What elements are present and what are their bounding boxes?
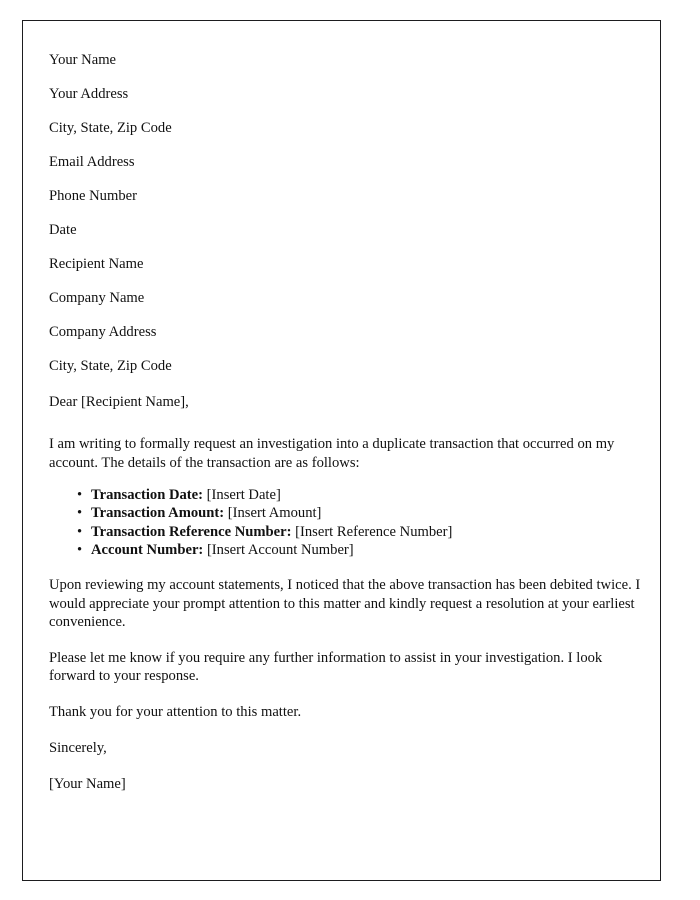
bullet-icon: •: [77, 487, 83, 504]
sender-line-email: Email Address: [49, 154, 135, 170]
recipient-line-name: Recipient Name: [49, 256, 144, 272]
salutation: Dear [Recipient Name],: [49, 394, 189, 410]
sender-line-address: Your Address: [49, 86, 129, 102]
intro-paragraph: I am writing to formally request an inve…: [49, 436, 615, 471]
bullet-icon: •: [77, 541, 83, 558]
list-item: • Transaction Reference Number: [Insert R…: [77, 523, 641, 541]
body-paragraph-further-information: Please let me know if you require any fu…: [49, 649, 603, 685]
list-item: • Account Number: [Insert Account Number]: [77, 541, 641, 559]
transaction-details-list: • Transaction Date: [Insert Date] • Transa…: [49, 486, 641, 559]
recipient-line-city: City, State, Zip Code: [49, 358, 172, 374]
letter-page-sheet: Your Name Your Address City, State, Zip …: [22, 20, 661, 881]
sender-address-block: Your Name Your Address City, State, Zip …: [49, 43, 641, 247]
sender-line-name: Your Name: [49, 52, 117, 68]
recipient-line-company: Company Name: [49, 290, 145, 306]
sender-line-city: City, State, Zip Code: [49, 120, 172, 136]
detail-label: Transaction Date:: [91, 487, 204, 504]
detail-label: Transaction Reference Number:: [91, 523, 292, 540]
signature-name: [Your Name]: [49, 776, 126, 793]
recipient-line-address: Company Address: [49, 324, 157, 340]
detail-label: Account Number:: [91, 541, 204, 558]
detail-value: [Insert Account Number]: [206, 541, 354, 558]
sender-line-date: Date: [49, 222, 77, 238]
detail-label: Transaction Amount:: [91, 505, 225, 522]
body-paragraph-thank-you: Thank you for your attention to this mat…: [49, 703, 302, 720]
detail-value: [Insert Date]: [206, 487, 281, 504]
recipient-address-block: Recipient Name Company Name Company Addr…: [49, 247, 641, 383]
bullet-icon: •: [77, 523, 83, 540]
body-paragraph-duplicate-debit: Upon reviewing my account statements, I …: [49, 577, 641, 631]
list-item: • Transaction Amount: [Insert Amount]: [77, 504, 641, 522]
letter-content: Your Name Your Address City, State, Zip …: [49, 43, 641, 794]
detail-value: [Insert Amount]: [227, 505, 322, 522]
sender-line-phone: Phone Number: [49, 188, 137, 204]
closing-salutation: Sincerely,: [49, 739, 107, 756]
list-item: • Transaction Date: [Insert Date]: [77, 486, 641, 504]
detail-value: [Insert Reference Number]: [295, 523, 453, 540]
bullet-icon: •: [77, 505, 83, 522]
